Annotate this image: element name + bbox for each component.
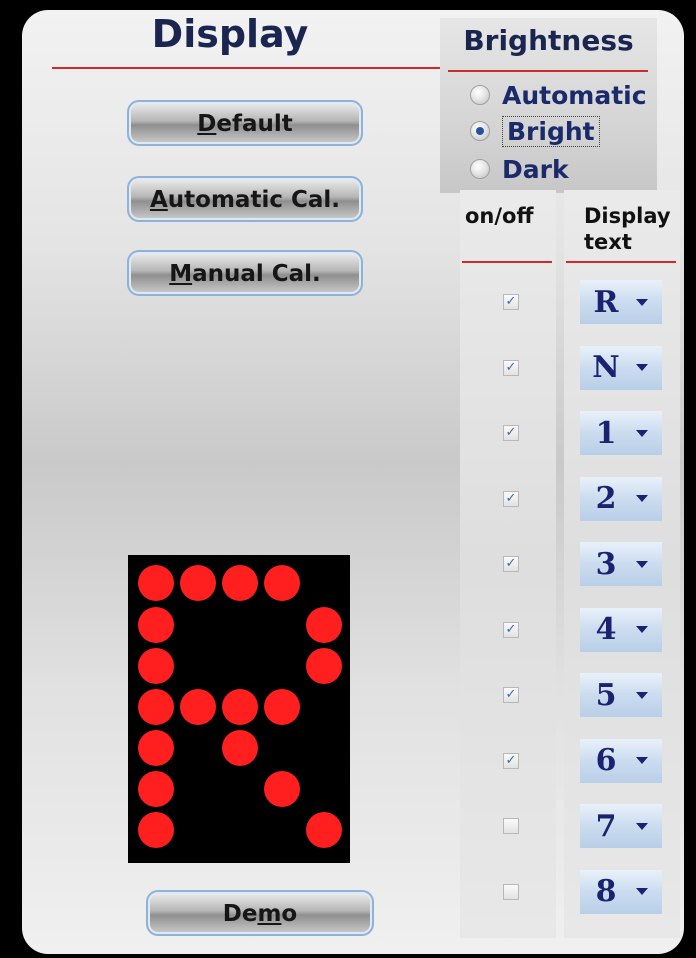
led-dot-matrix-preview xyxy=(128,555,350,863)
display-text-dropdown[interactable]: 7 xyxy=(580,804,662,848)
onoff-header: on/off xyxy=(465,204,534,228)
display-text-value: 1 xyxy=(595,415,617,451)
onoff-header-divider xyxy=(462,261,552,263)
brightness-title: Brightness xyxy=(463,24,634,57)
led-dot xyxy=(222,565,258,601)
onoff-checkbox[interactable]: ✓ xyxy=(503,752,519,769)
radio-dark[interactable] xyxy=(470,159,490,179)
display-text-value: 5 xyxy=(595,677,617,713)
demo-button-label: Demo xyxy=(222,901,298,927)
led-dot xyxy=(222,689,258,725)
led-dot xyxy=(264,689,300,725)
onoff-checkbox[interactable]: ✓ xyxy=(503,687,519,703)
display-text-dropdown[interactable]: 6 xyxy=(580,738,662,783)
chevron-down-icon xyxy=(636,888,648,895)
brightness-group: Brightness Automatic Bright Dark xyxy=(440,18,657,193)
led-dot xyxy=(138,812,174,848)
display-text-header-divider xyxy=(566,261,676,263)
led-dot xyxy=(306,648,342,684)
radio-automatic[interactable] xyxy=(470,85,490,105)
brightness-divider xyxy=(448,70,648,72)
chevron-down-icon xyxy=(636,298,648,306)
display-text-value: 8 xyxy=(595,874,617,909)
display-text-value: 2 xyxy=(595,481,617,516)
manual-calibration-button-label: Manual Cal. xyxy=(169,261,321,287)
led-dot xyxy=(138,565,174,601)
onoff-checkbox[interactable]: ✓ xyxy=(503,294,519,310)
display-text-value: 6 xyxy=(595,743,617,778)
led-dot xyxy=(306,812,342,848)
led-dot xyxy=(180,689,216,725)
brightness-option-dark-label: Dark xyxy=(502,154,569,184)
led-dot xyxy=(264,565,300,601)
chevron-down-icon xyxy=(636,495,648,502)
display-text-value: R xyxy=(593,284,619,320)
onoff-checkbox[interactable] xyxy=(503,883,519,900)
chevron-down-icon xyxy=(636,626,648,633)
page-title: Display xyxy=(151,12,309,56)
display-text-dropdown[interactable]: 3 xyxy=(580,542,662,586)
onoff-checkbox[interactable]: ✓ xyxy=(503,359,519,376)
onoff-checkbox[interactable] xyxy=(503,818,519,834)
led-dot xyxy=(138,771,174,807)
onoff-checkbox[interactable]: ✓ xyxy=(503,556,519,572)
radio-bright[interactable] xyxy=(470,121,490,141)
display-text-header-line2: text xyxy=(584,230,632,254)
chevron-down-icon xyxy=(636,822,648,830)
display-text-dropdown[interactable]: 1 xyxy=(580,411,662,455)
display-text-header-line1: Display xyxy=(584,204,671,228)
chevron-down-icon xyxy=(636,429,648,437)
led-dot xyxy=(138,648,174,684)
onoff-checkbox[interactable]: ✓ xyxy=(503,490,519,507)
demo-button[interactable]: Demo xyxy=(146,890,374,936)
led-dot xyxy=(180,565,216,601)
default-button[interactable]: Default xyxy=(127,100,363,146)
led-dot xyxy=(264,771,300,807)
display-text-dropdown[interactable]: 2 xyxy=(580,476,662,521)
automatic-calibration-button-label: Automatic Cal. xyxy=(149,187,340,213)
brightness-option-automatic-label: Automatic xyxy=(502,80,647,110)
display-text-value: 4 xyxy=(595,612,617,647)
display-text-value: 7 xyxy=(595,808,617,844)
display-text-dropdown[interactable]: 4 xyxy=(580,607,662,652)
led-dot xyxy=(222,730,258,766)
led-dot xyxy=(138,730,174,766)
led-dot xyxy=(138,607,174,643)
display-text-value: N xyxy=(592,350,620,385)
display-text-dropdown[interactable]: N xyxy=(580,345,662,390)
display-text-dropdown[interactable]: 8 xyxy=(580,869,662,914)
chevron-down-icon xyxy=(636,757,648,764)
display-text-value: 3 xyxy=(595,546,617,582)
chevron-down-icon xyxy=(636,364,648,371)
chevron-down-icon xyxy=(636,691,648,699)
onoff-checkbox[interactable]: ✓ xyxy=(503,425,519,441)
display-text-dropdown[interactable]: 5 xyxy=(580,673,662,717)
brightness-option-dark[interactable]: Dark xyxy=(470,152,569,186)
led-dot xyxy=(306,607,342,643)
brightness-option-bright-label: Bright xyxy=(502,115,600,147)
brightness-option-automatic[interactable]: Automatic xyxy=(470,78,647,112)
automatic-calibration-button[interactable]: Automatic Cal. xyxy=(127,176,363,222)
display-text-dropdown[interactable]: R xyxy=(580,280,662,324)
title-divider xyxy=(52,67,457,69)
led-dot xyxy=(138,689,174,725)
chevron-down-icon xyxy=(636,560,648,568)
brightness-option-bright[interactable]: Bright xyxy=(470,114,600,148)
manual-calibration-button[interactable]: Manual Cal. xyxy=(127,250,363,296)
onoff-checkbox[interactable]: ✓ xyxy=(503,621,519,638)
default-button-label: Default xyxy=(197,111,293,137)
